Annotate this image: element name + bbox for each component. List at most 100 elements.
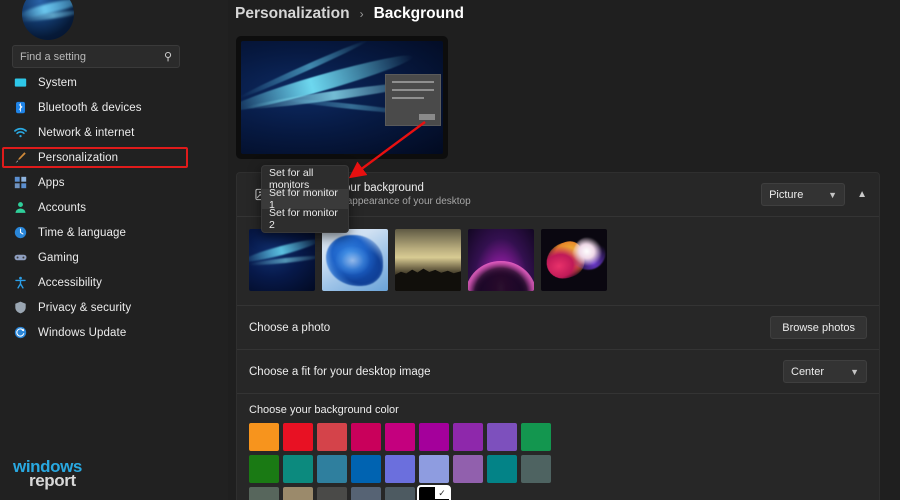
breadcrumb-background: Background: [374, 5, 464, 23]
sidebar-item-label: Network & internet: [38, 127, 134, 139]
chevron-down-icon: ▼: [828, 190, 837, 200]
breadcrumb: Personalization › Background: [235, 5, 464, 23]
sidebar-item-gaming[interactable]: Gaming: [0, 245, 228, 270]
mock-button: [419, 114, 435, 120]
sidebar-item-label: Apps: [38, 177, 65, 189]
sidebar-item-label: System: [38, 77, 77, 89]
color-swatch[interactable]: [351, 423, 381, 451]
bluetooth-icon: [14, 101, 27, 114]
paintbrush-icon: [14, 151, 27, 164]
update-icon: [14, 326, 27, 339]
mock-line: [392, 97, 424, 99]
color-swatch[interactable]: [351, 455, 381, 483]
choose-fit-row: Choose a fit for your desktop image Cent…: [237, 350, 879, 394]
mock-line: [392, 81, 434, 83]
sidebar-item-network-internet[interactable]: Network & internet: [0, 120, 228, 145]
preview-screen: [241, 41, 443, 154]
color-swatch[interactable]: [385, 487, 415, 500]
color-swatch[interactable]: [317, 455, 347, 483]
color-section-label: Choose your background color: [249, 404, 867, 416]
browse-photos-button[interactable]: Browse photos: [770, 316, 867, 339]
sidebar-item-bluetooth-devices[interactable]: Bluetooth & devices: [0, 95, 228, 120]
sidebar-item-label: Accessibility: [38, 277, 102, 289]
accessibility-icon: [14, 276, 27, 289]
display-icon: [14, 76, 27, 89]
color-swatch[interactable]: [317, 487, 347, 500]
row-title: Choose a photo: [249, 322, 770, 334]
settings-content: Personalization › Background: [228, 0, 900, 500]
color-swatch[interactable]: [351, 487, 381, 500]
windows-report-watermark: windows report: [13, 458, 82, 490]
color-swatch[interactable]: [283, 455, 313, 483]
set-for-monitor-menu: Set for all monitorsSet for monitor 1Set…: [261, 165, 349, 233]
color-swatch-selected[interactable]: ✓: [419, 487, 449, 500]
sidebar-item-windows-update[interactable]: Windows Update: [0, 320, 228, 345]
fit-value: Center: [791, 366, 824, 378]
check-icon: ✓: [435, 487, 449, 499]
color-swatch[interactable]: [419, 423, 449, 451]
color-swatch[interactable]: [385, 423, 415, 451]
person-icon: [14, 201, 27, 214]
apps-icon: [14, 176, 27, 189]
wallpaper-mountain-sunset[interactable]: [395, 229, 461, 291]
sidebar-item-label: Privacy & security: [38, 302, 131, 314]
color-swatch[interactable]: [385, 455, 415, 483]
color-swatch[interactable]: [283, 487, 313, 500]
background-color-section: Choose your background color ✓: [237, 394, 879, 500]
menu-item-set-for-monitor-1[interactable]: Set for monitor 1: [262, 189, 348, 209]
color-swatch[interactable]: [249, 455, 279, 483]
menu-item-set-for-all-monitors[interactable]: Set for all monitors: [262, 169, 348, 189]
sidebar-item-accessibility[interactable]: Accessibility: [0, 270, 228, 295]
sidebar-item-label: Windows Update: [38, 327, 126, 339]
search-input[interactable]: Find a setting ⚲: [12, 45, 180, 68]
background-type-select[interactable]: Picture ▼: [761, 183, 845, 206]
watermark-line-2: report: [29, 472, 82, 489]
sidebar-item-accounts[interactable]: Accounts: [0, 195, 228, 220]
menu-item-set-for-monitor-2[interactable]: Set for monitor 2: [262, 209, 348, 229]
search-icon: ⚲: [164, 50, 172, 63]
wifi-icon: [14, 126, 27, 139]
background-type-value: Picture: [769, 189, 803, 201]
sidebar-item-time-language[interactable]: Time & language: [0, 220, 228, 245]
color-swatch[interactable]: [521, 455, 551, 483]
row-title: Choose a fit for your desktop image: [249, 366, 783, 378]
sidebar-item-system[interactable]: System: [0, 70, 228, 95]
color-swatch[interactable]: [283, 423, 313, 451]
wallpaper-windows-bloom[interactable]: [322, 229, 388, 291]
color-swatch[interactable]: [317, 423, 347, 451]
settings-sidebar: Find a setting ⚲ System Bluetooth & devic…: [0, 0, 228, 500]
wallpaper-blue-waves[interactable]: [249, 229, 315, 291]
choose-photo-row: Choose a photo Browse photos: [237, 306, 879, 350]
avatar[interactable]: [22, 0, 82, 36]
sidebar-item-apps[interactable]: Apps: [0, 170, 228, 195]
clock-icon: [14, 226, 27, 239]
wallpaper-purple-orb[interactable]: [468, 229, 534, 291]
color-swatch[interactable]: [487, 455, 517, 483]
sidebar-item-label: Gaming: [38, 252, 79, 264]
expand-collapse-icon[interactable]: ▲: [857, 189, 867, 200]
wallpaper-flower[interactable]: [541, 229, 607, 291]
sidebar-item-label: Accounts: [38, 202, 86, 214]
browse-photos-label: Browse photos: [782, 322, 855, 334]
preview-mock-dialog: [385, 74, 441, 126]
color-swatch[interactable]: [249, 423, 279, 451]
color-swatch-grid: ✓: [249, 423, 867, 500]
menu-item-label: Set for monitor 2: [269, 207, 341, 231]
color-swatch[interactable]: [453, 423, 483, 451]
choose-fit-text: Choose a fit for your desktop image: [249, 366, 783, 378]
color-swatch[interactable]: [419, 455, 449, 483]
breadcrumb-personalization[interactable]: Personalization: [235, 5, 350, 23]
mock-line: [392, 89, 434, 91]
sidebar-item-label: Bluetooth & devices: [38, 102, 142, 114]
sidebar-item-privacy-security[interactable]: Privacy & security: [0, 295, 228, 320]
color-swatch[interactable]: [487, 423, 517, 451]
color-swatch[interactable]: [453, 455, 483, 483]
sidebar-item-personalization[interactable]: Personalization: [0, 145, 228, 170]
sidebar-nav-list: System Bluetooth & devices Network & inter…: [0, 70, 228, 345]
choose-photo-text: Choose a photo: [249, 322, 770, 334]
color-swatch[interactable]: [249, 487, 279, 500]
desktop-image-fit-select[interactable]: Center ▼: [783, 360, 867, 383]
sidebar-item-label: Personalization: [38, 152, 118, 164]
color-swatch[interactable]: [521, 423, 551, 451]
shield-icon: [14, 301, 27, 314]
